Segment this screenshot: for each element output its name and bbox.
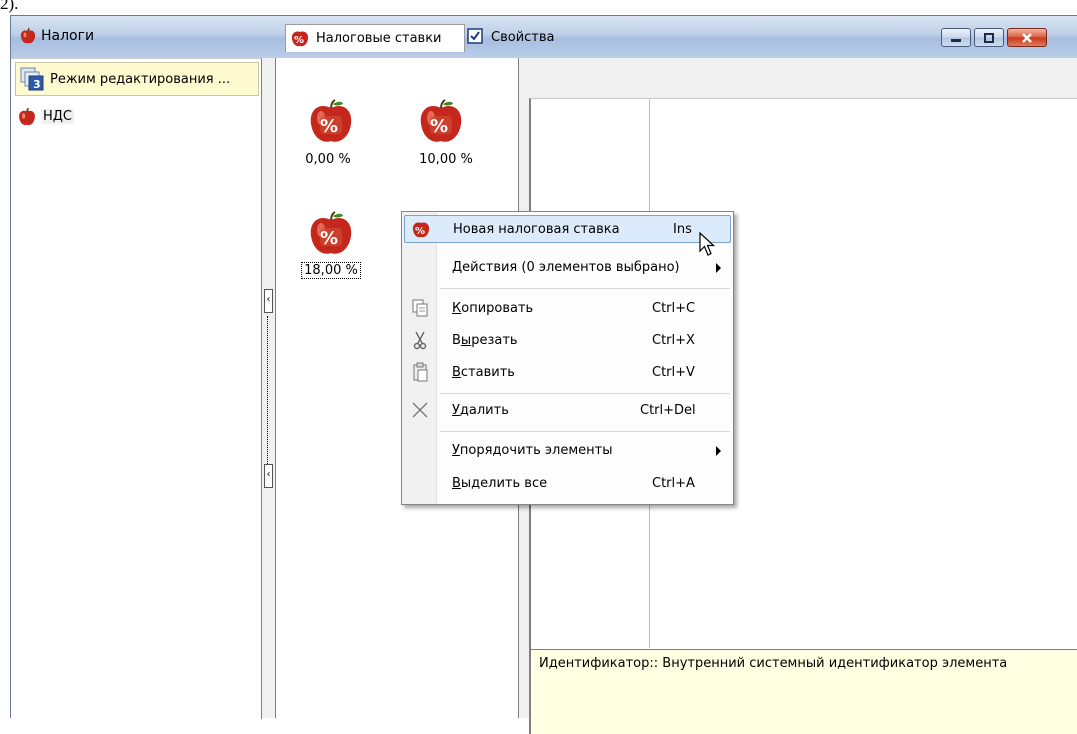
menu-item-shortcut: Ctrl+A: [652, 476, 695, 491]
splitter-grip: [267, 316, 270, 486]
percent-apple-icon: %: [310, 211, 352, 254]
svg-text:%: %: [320, 228, 338, 249]
mnemonic: У: [452, 403, 460, 418]
mnemonic: В: [452, 476, 461, 491]
percent-apple-icon: %: [420, 99, 462, 142]
tab-tax-rates[interactable]: % Налоговые ставки: [285, 24, 465, 52]
label-rest: ыделить все: [460, 476, 548, 491]
tree-item-label: НДС: [41, 109, 75, 124]
menu-item-shortcut: Ctrl+Del: [640, 403, 696, 418]
menu-item-delete[interactable]: Удалить Ctrl+Del: [404, 397, 731, 425]
svg-text:%: %: [430, 116, 448, 137]
checkbox-icon: [467, 28, 483, 44]
edit-mode-tab[interactable]: 3 Режим редактирования ...: [15, 62, 259, 96]
edit-mode-badge: 3: [33, 78, 41, 91]
label-rest: ставить: [460, 365, 515, 380]
maximize-icon: [975, 29, 1003, 46]
rate-item-0[interactable]: % 0,00 %: [297, 98, 367, 178]
close-icon: [1008, 29, 1046, 46]
maximize-button[interactable]: [974, 28, 1004, 47]
apple-icon: [19, 107, 35, 126]
mouse-cursor-icon: [699, 232, 716, 256]
context-menu: % Новая налоговая ставка Ins Действия (0…: [401, 211, 734, 505]
menu-separator: [440, 288, 730, 289]
menu-item-shortcut: Ctrl+V: [652, 365, 695, 380]
window-title: Налоги: [41, 28, 95, 44]
percent-apple-icon: %: [412, 222, 430, 238]
menu-item-cut[interactable]: Вырезать Ctrl+X: [404, 327, 731, 355]
tab-properties[interactable]: Свойства: [465, 24, 575, 52]
rate-label-selected: 18,00 %: [301, 262, 361, 279]
menu-item-arrange[interactable]: Упорядочить элементы: [404, 437, 731, 465]
percent-apple-icon: %: [291, 31, 309, 47]
menu-item-shortcut: Ins: [673, 222, 692, 237]
edit-mode-label: Режим редактирования ...: [50, 72, 231, 87]
copy-icon: [412, 299, 428, 317]
menu-separator: [440, 431, 730, 432]
mnemonic: У: [452, 443, 460, 458]
label-rest: опировать: [461, 301, 534, 316]
menu-item-label: Вставить: [452, 365, 515, 380]
menu-item-paste[interactable]: Вставить Ctrl+V: [404, 359, 731, 387]
submenu-arrow-icon: [716, 263, 721, 273]
delete-x-icon: [412, 402, 428, 418]
minimize-button[interactable]: [941, 28, 971, 47]
menu-item-label: Действия (0 элементов выбрано): [452, 260, 680, 275]
tab-properties-label: Свойства: [491, 30, 555, 45]
label-rest: порядочить элементы: [459, 443, 613, 458]
left-tree-pane[interactable]: 3 Режим редактирования ... НДС: [11, 58, 262, 719]
menu-item-label: Удалить: [452, 403, 509, 418]
mnemonic: ы: [460, 333, 472, 348]
percent-apple-icon: %: [310, 99, 352, 142]
menu-item-label: Вырезать: [452, 333, 518, 348]
close-button[interactable]: [1007, 28, 1047, 47]
menu-item-shortcut: Ctrl+X: [652, 333, 695, 348]
paste-icon: [413, 362, 428, 382]
caption-fragment: 2).: [0, 0, 19, 13]
menu-item-new-rate[interactable]: % Новая налоговая ставка Ins: [404, 215, 731, 243]
menu-item-label: Копировать: [452, 301, 533, 316]
collapse-left-arrow[interactable]: ‹: [264, 289, 273, 313]
svg-text:%: %: [294, 35, 304, 46]
menu-item-select-all[interactable]: Выделить все Ctrl+A: [404, 470, 731, 498]
edit-mode-icon: 3: [20, 67, 44, 91]
menu-item-label: Выделить все: [452, 476, 547, 491]
menu-item-copy[interactable]: Копировать Ctrl+C: [404, 295, 731, 323]
rate-label: 10,00 %: [419, 152, 473, 167]
rate-label: 0,00 %: [305, 152, 351, 167]
scissors-icon: [413, 331, 427, 350]
menu-item-label: Упорядочить элементы: [452, 443, 612, 458]
mnemonic: К: [452, 301, 462, 316]
label-prefix: В: [452, 333, 461, 348]
tab-tax-rates-label: Налоговые ставки: [316, 31, 442, 46]
chevron-left-icon: ‹: [266, 469, 271, 480]
rate-item-1[interactable]: % 10,00 %: [407, 98, 477, 178]
label-rest: резать: [471, 333, 518, 348]
chevron-left-icon: ‹: [266, 294, 271, 305]
menu-item-shortcut: Ctrl+C: [652, 301, 696, 316]
svg-text:%: %: [320, 116, 338, 137]
mnemonic: В: [452, 365, 461, 380]
apple-icon: [20, 27, 36, 44]
description-text: Идентификатор:: Внутренний системный иде…: [539, 656, 1008, 671]
menu-item-actions[interactable]: Действия (0 элементов выбрано): [404, 254, 731, 282]
minimize-icon: [942, 29, 970, 46]
menu-separator: [440, 393, 730, 394]
tree-item-vat[interactable]: НДС: [17, 107, 107, 129]
collapse-left-arrow-2[interactable]: ‹: [264, 464, 273, 488]
label-rest: далить: [459, 403, 509, 418]
menu-item-label: Новая налоговая ставка: [453, 222, 620, 237]
rate-item-2[interactable]: % 18,00 %: [297, 210, 367, 290]
svg-text:%: %: [415, 226, 425, 237]
submenu-arrow-icon: [716, 446, 721, 456]
